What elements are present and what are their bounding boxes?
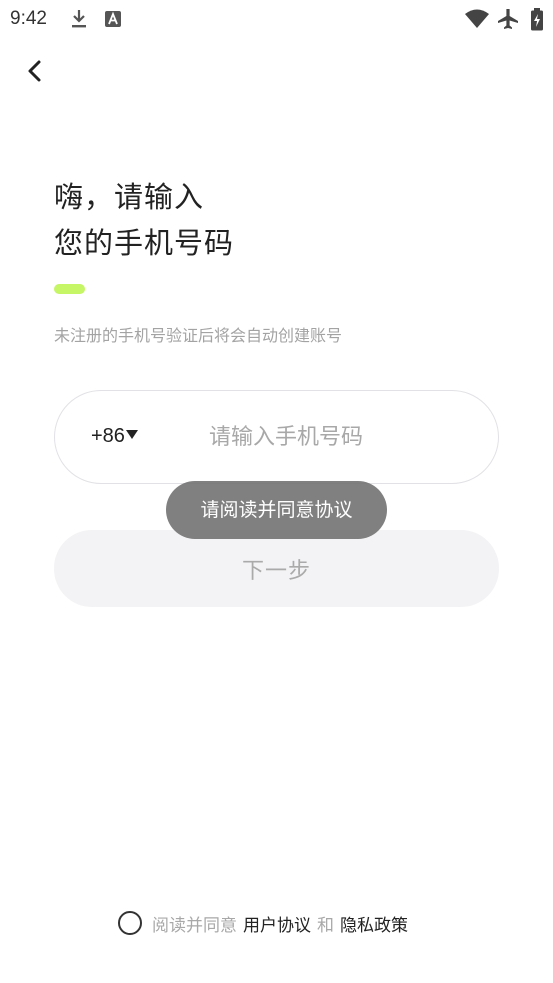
caret-down-icon [125, 430, 138, 439]
status-bar: 9:42 [0, 0, 553, 38]
agree-and: 和 [317, 915, 334, 936]
user-agreement-link[interactable]: 用户协议 [243, 911, 311, 936]
subtitle: 未注册的手机号验证后将会自动创建账号 [54, 326, 343, 345]
phone-input[interactable] [209, 419, 469, 455]
agree-prefix: 阅读并同意 [152, 915, 237, 936]
back-button[interactable] [18, 54, 52, 88]
privacy-policy-link[interactable]: 隐私政策 [340, 911, 408, 936]
country-code-selector[interactable]: +86 [91, 425, 138, 448]
airplane-icon [496, 8, 520, 34]
download-icon [70, 8, 88, 34]
back-chevron-icon [18, 60, 52, 92]
battery-charging-icon [530, 8, 544, 36]
phone-input-box: +86 [54, 390, 499, 484]
next-button[interactable]: 下一步 [54, 530, 499, 607]
page-title-line2: 您的手机号码 [54, 226, 235, 260]
font-app-icon [104, 8, 122, 34]
accent-bar [54, 284, 85, 294]
page-title-line1: 嗨，请输入 [54, 180, 205, 214]
toast-message: 请阅读并同意协议 [166, 481, 387, 539]
country-code-label: +86 [91, 425, 125, 447]
status-time: 9:42 [10, 8, 47, 29]
wifi-icon [464, 8, 490, 34]
agree-checkbox[interactable] [118, 911, 142, 935]
agreement-row: 阅读并同意 用户协议 和 隐私政策 [118, 909, 414, 937]
